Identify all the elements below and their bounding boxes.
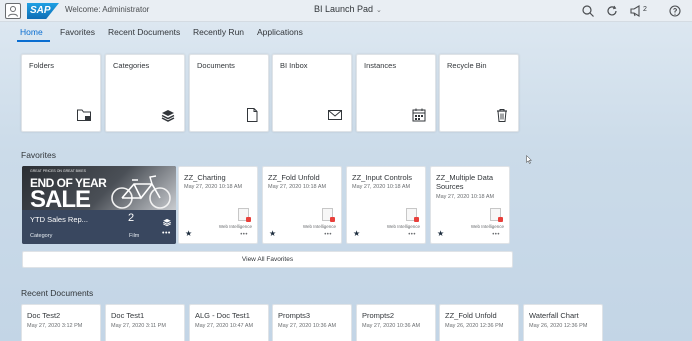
calendar-icon <box>411 107 427 123</box>
tile-documents[interactable]: Documents <box>189 54 269 132</box>
recent-document-title: Waterfall Chart <box>529 311 579 320</box>
recent-document-card[interactable]: Waterfall Chart May 26, 2020 12:36 PM <box>523 304 603 341</box>
favorite-date: May 27, 2020 10:18 AM <box>184 184 243 190</box>
categories-icon <box>162 214 172 227</box>
favorite-card[interactable]: ZZ_Fold Unfold May 27, 2020 10:18 AM Web… <box>262 166 342 244</box>
recent-document-date: May 27, 2020 3:12 PM <box>27 323 83 329</box>
recent-document-title: Prompts2 <box>362 311 395 320</box>
favorite-type: Web Intelligence <box>302 224 336 229</box>
tab-active-indicator <box>17 40 50 42</box>
tab-recently-run[interactable]: Recently Run <box>193 27 244 37</box>
favorite-promo-card[interactable]: GREAT PRICES ON GREAT BIKES END OF YEAR … <box>22 166 176 244</box>
web-intelligence-icon <box>322 208 335 222</box>
star-icon[interactable]: ★ <box>353 229 360 238</box>
recent-document-card[interactable]: ZZ_Fold Unfold May 26, 2020 12:36 PM <box>439 304 519 341</box>
recent-document-card[interactable]: ALG - Doc Test1 May 27, 2020 10:47 AM <box>189 304 269 341</box>
tile-label: Recycle Bin <box>447 61 487 70</box>
tile-label: BI Inbox <box>280 61 308 70</box>
tile-label: Instances <box>364 61 397 70</box>
favorite-type: Web Intelligence <box>470 224 504 229</box>
promo-tagline: GREAT PRICES ON GREAT BIKES <box>30 169 86 173</box>
document-icon <box>244 107 260 123</box>
promo-name: YTD Sales Rep... <box>30 215 88 224</box>
favorite-date: May 27, 2020 10:18 AM <box>352 184 411 190</box>
tile-folders[interactable]: Folders <box>21 54 101 132</box>
user-icon[interactable] <box>5 3 21 19</box>
tile-label: Documents <box>197 61 235 70</box>
tab-home[interactable]: Home <box>20 27 43 37</box>
app-title-label: BI Launch Pad <box>314 4 374 14</box>
favorite-type: Web Intelligence <box>218 224 252 229</box>
recent-document-card[interactable]: Prompts3 May 27, 2020 10:36 AM <box>272 304 352 341</box>
favorite-title: ZZ_Charting <box>184 173 226 182</box>
categories-icon <box>160 107 176 123</box>
megaphone-icon[interactable] <box>629 4 643 18</box>
more-options-icon[interactable]: ••• <box>492 232 500 238</box>
inbox-icon <box>327 107 343 123</box>
mouse-cursor-icon <box>526 151 533 164</box>
tile-label: Folders <box>29 61 55 70</box>
folder-icon <box>76 107 92 123</box>
notification-count: 2 <box>643 6 647 13</box>
recent-document-date: May 26, 2020 12:36 PM <box>445 323 504 329</box>
more-options-icon[interactable]: ••• <box>324 232 332 238</box>
favorite-card[interactable]: ZZ_Multiple Data Sources May 27, 2020 10… <box>430 166 510 244</box>
tile-categories[interactable]: Categories <box>105 54 185 132</box>
recent-document-title: Doc Test2 <box>27 311 61 320</box>
refresh-icon[interactable] <box>605 4 619 18</box>
promo-count: 2 <box>128 212 135 224</box>
tile-bi-inbox[interactable]: BI Inbox <box>272 54 352 132</box>
favorite-card[interactable]: ZZ_Input Controls May 27, 2020 10:18 AM … <box>346 166 426 244</box>
recent-document-title: ALG - Doc Test1 <box>195 311 250 320</box>
welcome-text: Welcome: Administrator <box>65 5 150 14</box>
web-intelligence-icon <box>406 208 419 222</box>
web-intelligence-icon <box>238 208 251 222</box>
favorite-card[interactable]: ZZ_Charting May 27, 2020 10:18 AM Web In… <box>178 166 258 244</box>
promo-category: Category <box>30 233 53 239</box>
recent-documents-section-title: Recent Documents <box>21 288 94 298</box>
star-icon[interactable]: ★ <box>185 229 192 238</box>
tab-applications[interactable]: Applications <box>257 27 303 37</box>
tile-recycle-bin[interactable]: Recycle Bin <box>439 54 519 132</box>
recent-document-date: May 27, 2020 10:36 AM <box>362 323 421 329</box>
tab-bar: Home Favorites Recent Documents Recently… <box>0 22 692 42</box>
app-title[interactable]: BI Launch Pad ⌄ <box>314 4 382 14</box>
web-intelligence-icon <box>490 208 503 222</box>
bicycle-image <box>110 170 172 210</box>
recent-document-date: May 26, 2020 12:36 PM <box>529 323 588 329</box>
sap-logo: SAP <box>27 3 59 19</box>
favorites-section-title: Favorites <box>21 150 56 160</box>
shell-header: SAP Welcome: Administrator BI Launch Pad… <box>0 0 692 22</box>
search-icon[interactable] <box>581 4 595 18</box>
tile-instances[interactable]: Instances <box>356 54 436 132</box>
view-all-favorites-button[interactable]: View All Favorites <box>22 251 513 268</box>
promo-count-label: Film <box>129 233 140 239</box>
help-icon[interactable] <box>668 4 682 18</box>
favorite-title: ZZ_Input Controls <box>352 173 413 182</box>
tab-favorites[interactable]: Favorites <box>60 27 95 37</box>
favorite-title: ZZ_Multiple Data Sources <box>436 173 494 191</box>
recent-document-date: May 27, 2020 3:11 PM <box>111 323 166 329</box>
star-icon[interactable]: ★ <box>437 229 444 238</box>
recent-document-title: Prompts3 <box>278 311 311 320</box>
recent-document-date: May 27, 2020 10:47 AM <box>195 323 254 329</box>
favorite-date: May 27, 2020 10:18 AM <box>268 184 327 190</box>
tile-label: Categories <box>113 61 150 70</box>
trash-icon <box>494 107 510 123</box>
recent-document-date: May 27, 2020 10:36 AM <box>278 323 337 329</box>
more-options-icon[interactable]: ••• <box>162 230 171 237</box>
star-icon[interactable]: ★ <box>269 229 276 238</box>
recent-document-card[interactable]: Prompts2 May 27, 2020 10:36 AM <box>356 304 436 341</box>
recent-document-card[interactable]: Doc Test2 May 27, 2020 3:12 PM <box>21 304 101 341</box>
recent-document-title: ZZ_Fold Unfold <box>445 311 497 320</box>
favorite-title: ZZ_Fold Unfold <box>268 173 320 182</box>
recent-document-title: Doc Test1 <box>111 311 145 320</box>
recent-document-card[interactable]: Doc Test1 May 27, 2020 3:11 PM <box>105 304 185 341</box>
favorite-type: Web Intelligence <box>386 224 420 229</box>
more-options-icon[interactable]: ••• <box>240 232 248 238</box>
chevron-down-icon: ⌄ <box>376 7 382 14</box>
favorite-date: May 27, 2020 10:18 AM <box>436 194 495 200</box>
tab-recent-documents[interactable]: Recent Documents <box>108 27 180 37</box>
more-options-icon[interactable]: ••• <box>408 232 416 238</box>
